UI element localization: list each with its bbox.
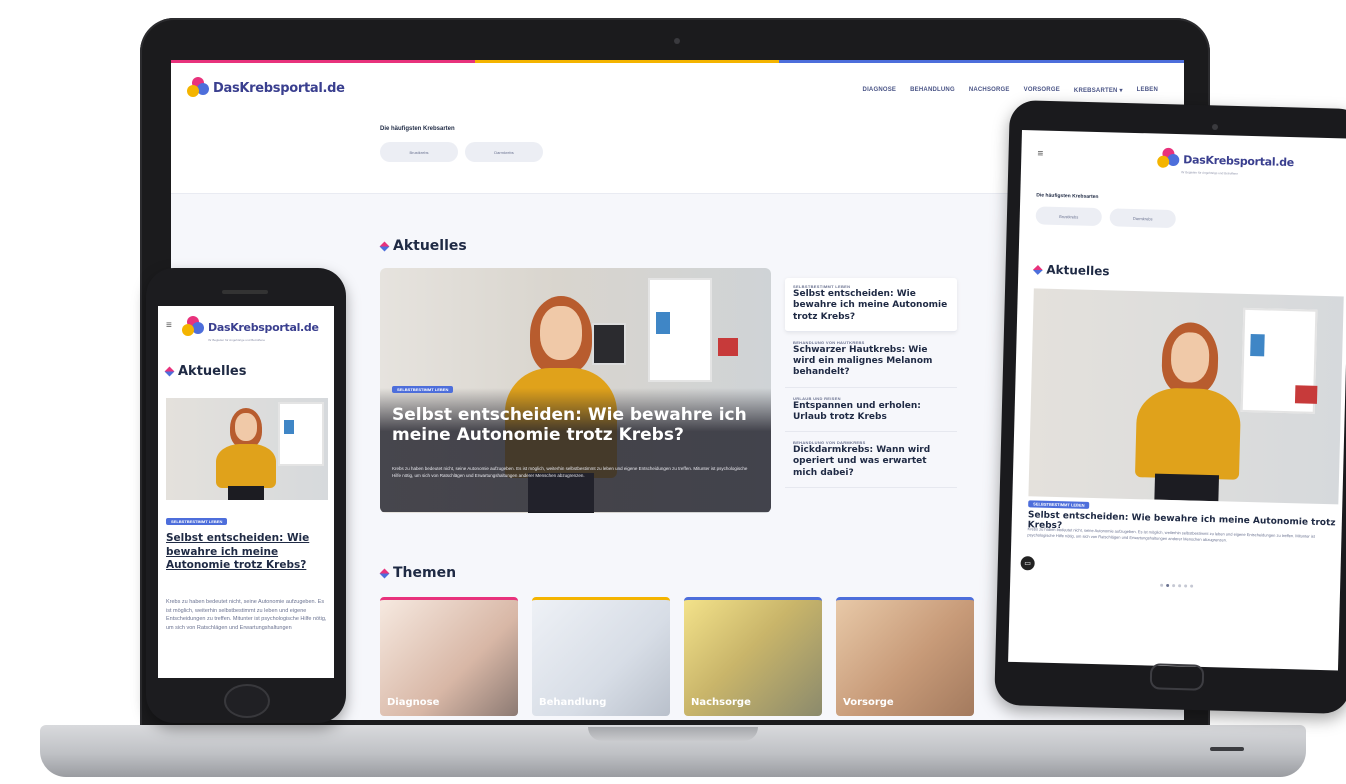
tablet-hero-badge[interactable]: SELBSTBESTIMMT LEBEN [1028, 500, 1090, 509]
monitor-decor [592, 323, 626, 365]
hero-badge[interactable]: SELBSTBESTIMMT LEBEN [392, 386, 454, 393]
binder-decor [284, 420, 294, 434]
nav-item-behandlung[interactable]: BEHANDLUNG [910, 87, 955, 94]
tablet-badge-wrap: SELBSTBESTIMMT LEBEN [1028, 500, 1090, 509]
pill-brustkrebs[interactable]: Brustkrebs [380, 142, 458, 162]
tablet-pill-darmkrebs[interactable]: Darmkrebs [1109, 208, 1176, 229]
side-article-title[interactable]: Schwarzer Hautkrebs: Wie wird ein malign… [793, 345, 949, 379]
topic-label: Behandlung [539, 697, 607, 708]
nav-item-diagnose[interactable]: DIAGNOSE [863, 87, 897, 94]
binder-decor [1250, 334, 1265, 357]
shelf-decor [278, 402, 324, 466]
side-article-title[interactable]: Entspannen und erholen: Urlaub trotz Kre… [793, 401, 949, 424]
logo-text: DasKrebsportal.de [208, 320, 319, 334]
search-label: Die häufigsten Krebsarten [380, 126, 455, 132]
topic-label: Vorsorge [843, 697, 894, 708]
side-article-title[interactable]: Selbst entscheiden: Wie bewahre ich mein… [793, 289, 949, 323]
laptop-camera [674, 38, 680, 44]
section-diamond-icon [164, 366, 175, 377]
tablet-camera [1212, 124, 1218, 130]
person-pants [1154, 473, 1220, 502]
section-diamond-icon [379, 241, 390, 251]
pill-darmkrebs[interactable]: Darmkrebs [465, 142, 543, 162]
logo-mark-icon [182, 316, 204, 338]
laptop-notch [588, 727, 758, 741]
aktuelles-heading: Aktuelles [379, 238, 467, 254]
phone-article-text: Krebs zu haben bedeutet nicht, seine Aut… [166, 599, 327, 631]
topic-card-vorsorge[interactable]: Vorsorge [836, 597, 974, 716]
person-shirt [1134, 387, 1242, 480]
side-article[interactable]: BEHANDLUNG VON HAUTKREBS Schwarzer Hautk… [785, 332, 957, 388]
phone-badge-wrap: SELBSTBESTIMMT LEBEN [166, 518, 228, 525]
carousel-dots[interactable] [1160, 583, 1194, 588]
topic-label: Diagnose [387, 697, 440, 708]
tablet-aktuelles-title: Aktuelles [1046, 262, 1110, 279]
side-article[interactable]: BEHANDLUNG VON DARMKREBS Dickdarmkrebs: … [785, 432, 957, 488]
hero-article[interactable]: SELBSTBESTIMMT LEBEN Selbst entscheiden:… [380, 268, 771, 513]
phone-article-title[interactable]: Selbst entscheiden: Wie bewahre ich mein… [166, 532, 330, 573]
tablet-screen: ≡ DasKrebsportal.de Ihr Begleiter für An… [1008, 130, 1346, 671]
logo-mark-icon [187, 77, 209, 99]
topic-card-diagnose[interactable]: Diagnose [380, 597, 518, 716]
binder-decor [718, 338, 738, 356]
topic-card-nachsorge[interactable]: Nachsorge [684, 597, 822, 716]
phone-hero-badge[interactable]: SELBSTBESTIMMT LEBEN [166, 518, 228, 525]
phone-screen: ≡ DasKrebsportal.de Ihr Begleiter für An… [158, 306, 334, 678]
chat-icon[interactable]: ▭ [1020, 556, 1035, 571]
aktuelles-title: Aktuelles [393, 238, 467, 254]
topic-card-behandlung[interactable]: Behandlung [532, 597, 670, 716]
tablet-hero-image[interactable] [1028, 288, 1344, 505]
tablet-home-button[interactable] [1149, 663, 1205, 691]
phone-site-logo[interactable]: DasKrebsportal.de [182, 316, 319, 338]
site-logo[interactable]: DasKrebsportal.de [187, 77, 345, 99]
hero-badge-wrap: SELBSTBESTIMMT LEBEN [392, 386, 454, 393]
phone-home-button[interactable] [224, 684, 270, 718]
nav-item-vorsorge[interactable]: VORSORGE [1024, 87, 1060, 94]
person-pants [228, 486, 264, 500]
main-nav: DIAGNOSE BEHANDLUNG NACHSORGE VORSORGE K… [863, 87, 1158, 94]
side-article[interactable]: SELBSTBESTIMMT LEBEN Selbst entscheiden:… [785, 278, 957, 332]
phone-aktuelles-title: Aktuelles [178, 364, 247, 379]
side-article-list: SELBSTBESTIMMT LEBEN Selbst entscheiden:… [785, 278, 957, 488]
person-face [540, 306, 582, 360]
logo-text: DasKrebsportal.de [1183, 152, 1295, 169]
side-article-title[interactable]: Dickdarmkrebs: Wann wird operiert und wa… [793, 445, 949, 479]
tablet-tagline: Ihr Begleiter für Angehörige und Betroff… [1180, 170, 1238, 176]
phone-aktuelles-heading: Aktuelles [164, 364, 247, 379]
tablet-site-logo[interactable]: DasKrebsportal.de [1157, 147, 1295, 174]
binder-decor [1294, 385, 1318, 404]
tablet-search-label: Die häufigsten Krebsarten [1036, 192, 1099, 201]
hero-text: Krebs zu haben bedeutet nicht, seine Aut… [392, 466, 748, 478]
laptop-indicator [1210, 747, 1244, 751]
tablet-pill-brustkrebs[interactable]: Brustkrebs [1035, 206, 1102, 227]
phone-tagline: Ihr Begleiter für Angehörige und Betroff… [208, 338, 265, 342]
phone-menu-icon[interactable]: ≡ [166, 320, 172, 331]
binder-decor [656, 312, 670, 334]
nav-item-nachsorge[interactable]: NACHSORGE [969, 87, 1010, 94]
themen-title: Themen [393, 565, 457, 581]
side-article[interactable]: URLAUB UND REISEN Entspannen und erholen… [785, 388, 957, 432]
person-face [1170, 331, 1210, 383]
logo-mark-icon [1157, 147, 1180, 171]
hero-title[interactable]: Selbst entscheiden: Wie bewahre ich mein… [392, 405, 762, 445]
nav-item-leben[interactable]: LEBEN [1137, 87, 1158, 94]
topic-label: Nachsorge [691, 697, 751, 708]
person-face [235, 413, 257, 441]
nav-item-krebsarten[interactable]: KREBSARTEN ▾ [1074, 87, 1123, 94]
hamburger-menu-icon[interactable]: ≡ [1037, 148, 1043, 159]
themen-heading: Themen [379, 565, 457, 581]
logo-text: DasKrebsportal.de [213, 80, 345, 96]
tablet-aktuelles-heading: Aktuelles [1032, 262, 1110, 279]
phone-speaker [222, 290, 268, 294]
person-shirt [216, 444, 276, 488]
section-diamond-icon [1032, 264, 1043, 275]
phone-hero-image[interactable] [166, 398, 328, 500]
section-diamond-icon [379, 568, 390, 578]
